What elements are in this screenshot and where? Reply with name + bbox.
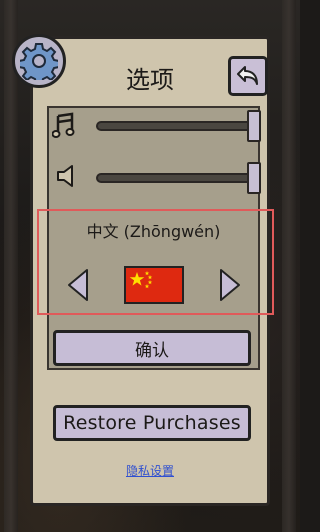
restore-purchases-button[interactable]: Restore Purchases [53,405,251,441]
gear-icon [20,43,58,80]
triangle-left-icon [68,269,88,301]
settings-button[interactable] [12,34,66,88]
privacy-settings-link[interactable]: 隐私设置 [100,462,200,479]
sound-volume-handle[interactable] [247,162,261,194]
background-post-right [282,0,296,532]
language-next-button[interactable] [218,267,242,307]
music-volume-handle[interactable] [247,110,261,142]
background-post-left [4,0,18,532]
back-button[interactable] [228,56,268,96]
back-arrow-icon [237,66,258,85]
confirm-button[interactable]: 确认 [53,330,251,366]
language-prev-button[interactable] [66,267,90,307]
music-volume-slider[interactable] [96,121,256,131]
triangle-right-icon [220,269,240,301]
music-note-icon [51,112,76,144]
speaker-icon [55,163,77,193]
language-name: 中文 (Zhōngwén) [86,222,221,241]
china-flag-icon [124,266,184,304]
sound-volume-slider[interactable] [96,173,256,183]
page-title: 选项 [126,66,174,94]
